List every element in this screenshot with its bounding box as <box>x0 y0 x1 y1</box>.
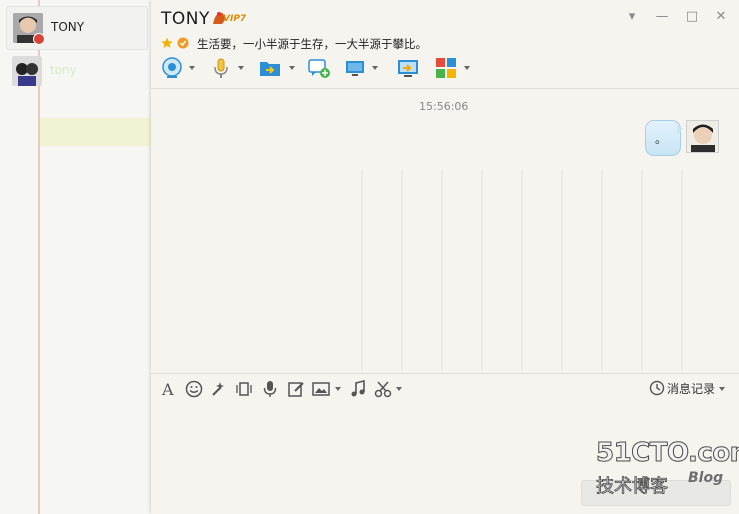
chevron-down-icon[interactable] <box>335 387 341 391</box>
input-divider <box>151 373 739 374</box>
font-icon[interactable]: A <box>160 380 178 398</box>
video-call-icon[interactable] <box>161 57 183 79</box>
message-text: 。 <box>655 132 668 146</box>
maximize-button[interactable]: □ <box>683 8 701 26</box>
background-texture <box>361 170 721 370</box>
vip-badge: VIP7 <box>223 14 247 24</box>
clock-icon[interactable] <box>649 380 665 396</box>
contact-name: TONY <box>51 20 85 34</box>
emoji-icon[interactable] <box>185 380 203 398</box>
share-screen-icon[interactable] <box>397 57 419 79</box>
chevron-down-icon[interactable] <box>464 66 470 70</box>
message-timestamp: 15:56:06 <box>419 100 469 113</box>
personal-signature: 生活要，一小半源于生存，一大半源于攀比。 <box>197 37 427 51</box>
dropdown-icon[interactable]: ▾ <box>623 8 641 26</box>
message-history-button[interactable]: 消息记录 <box>667 380 715 397</box>
star-icon <box>161 37 173 48</box>
chevron-down-icon[interactable] <box>372 66 378 70</box>
chat-title: TONY <box>161 9 210 29</box>
apps-icon[interactable] <box>435 57 457 79</box>
watermark-main-text: 51CTO.com <box>595 438 739 469</box>
voice-call-icon[interactable] <box>210 57 232 79</box>
avatar <box>686 120 719 153</box>
chat-window: TONY VIP7 ▾ — □ ✕ 生活要，一小半源于生存，一大半源于攀比。 1… <box>151 0 739 514</box>
screenshot-icon[interactable] <box>374 380 392 398</box>
close-button[interactable]: ✕ <box>712 8 730 26</box>
note-icon[interactable] <box>287 380 305 398</box>
busy-status-icon <box>33 33 45 45</box>
image-icon[interactable] <box>312 380 330 398</box>
svg-text:A: A <box>161 380 174 398</box>
chevron-down-icon[interactable] <box>289 66 295 70</box>
watermark-blog-text: Blog <box>688 470 724 486</box>
file-transfer-icon[interactable] <box>259 57 281 79</box>
avatar <box>12 56 42 86</box>
watermark-sub-text: 技术博客 <box>596 476 669 498</box>
chevron-down-icon[interactable] <box>238 66 244 70</box>
minimize-button[interactable]: — <box>653 8 671 26</box>
create-discussion-icon[interactable] <box>308 57 330 79</box>
chevron-down-icon[interactable] <box>396 387 402 391</box>
message-bubble-tail <box>677 124 683 134</box>
watermark-51cto: 51CTO.com 技术博客 Blog <box>595 438 739 498</box>
voice-message-icon[interactable] <box>261 380 279 398</box>
remote-assist-icon[interactable] <box>345 57 367 79</box>
contact-list: TONY tony <box>0 0 151 514</box>
toolbar-divider <box>151 88 739 89</box>
magic-icon[interactable] <box>210 380 228 398</box>
chevron-down-icon[interactable] <box>719 387 725 391</box>
shake-window-icon[interactable] <box>235 380 253 398</box>
chevron-down-icon[interactable] <box>189 66 195 70</box>
contact-item-tony-active[interactable]: TONY <box>6 6 148 50</box>
contact-name: tony <box>50 63 77 77</box>
contact-item-tony[interactable]: tony <box>6 50 146 92</box>
music-icon[interactable] <box>349 380 367 398</box>
shield-badge-icon <box>177 37 189 49</box>
